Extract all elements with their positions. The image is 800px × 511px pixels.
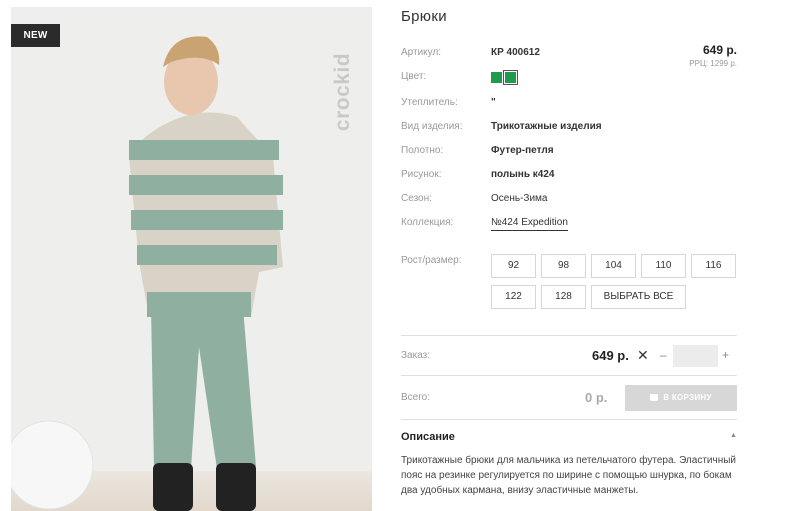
- order-label: Заказ:: [401, 350, 431, 361]
- add-to-cart-label: В КОРЗИНУ: [663, 393, 712, 402]
- brand-watermark-text: crockid: [331, 52, 354, 132]
- model-illustration: [11, 36, 283, 511]
- description-toggle[interactable]: Описание: [401, 431, 455, 443]
- brand-watermark: crockid: [329, 27, 357, 157]
- order-price: 649 р.: [592, 348, 629, 363]
- product-title: Брюки: [401, 8, 447, 25]
- attr-article-label: Артикул:: [401, 47, 442, 58]
- multiply-icon: ✕: [637, 347, 649, 363]
- attr-fabric-value: Футер-петля: [491, 145, 554, 156]
- attr-pattern-label: Рисунок:: [401, 169, 442, 180]
- attr-season-label: Сезон:: [401, 193, 432, 204]
- add-to-cart-button[interactable]: В КОРЗИНУ: [625, 385, 737, 411]
- qty-decrease-button[interactable]: –: [660, 348, 667, 362]
- attr-collection-label: Коллекция:: [401, 217, 454, 228]
- product-price: 649 р.: [702, 43, 737, 57]
- attr-fabric-label: Полотно:: [401, 145, 444, 156]
- qty-increase-button[interactable]: +: [722, 348, 729, 362]
- size-button[interactable]: 104: [591, 254, 636, 278]
- product-photo[interactable]: NEW crockid: [11, 7, 372, 511]
- rrc-price: РРЦ: 1299 р.: [689, 59, 737, 68]
- attr-insulation-value: ": [491, 97, 496, 108]
- description-text: Трикотажные брюки для мальчика из петель…: [401, 455, 736, 496]
- size-button[interactable]: 98: [541, 254, 586, 278]
- divider: [401, 335, 737, 336]
- divider: [401, 375, 737, 376]
- size-button[interactable]: 110: [641, 254, 686, 278]
- attr-article-value: КР 400612: [491, 47, 540, 58]
- new-badge: NEW: [11, 24, 60, 47]
- quantity-input[interactable]: [673, 345, 718, 367]
- size-button[interactable]: 116: [691, 254, 736, 278]
- sizes-label: Рост/размер:: [401, 255, 462, 266]
- size-button[interactable]: 92: [491, 254, 536, 278]
- total-label: Всего:: [401, 392, 430, 403]
- size-button[interactable]: 122: [491, 285, 536, 309]
- cart-icon: [650, 394, 659, 401]
- divider: [401, 419, 737, 420]
- attr-season-value: Осень-Зима: [491, 193, 548, 204]
- total-value: 0 р.: [585, 390, 608, 405]
- attr-color-label: Цвет:: [401, 71, 427, 82]
- attr-kind-label: Вид изделия:: [401, 121, 463, 132]
- size-button[interactable]: 128: [541, 285, 586, 309]
- attr-pattern-value: полынь к424: [491, 169, 555, 180]
- attr-insulation-label: Утеплитель:: [401, 97, 458, 108]
- chevron-up-icon[interactable]: ▲: [730, 432, 737, 439]
- color-swatch-selected[interactable]: [503, 70, 518, 85]
- attr-kind-value: Трикотажные изделия: [491, 121, 602, 132]
- color-swatch[interactable]: [491, 72, 502, 83]
- collection-link[interactable]: №424 Expedition: [491, 217, 568, 231]
- select-all-sizes-button[interactable]: ВЫБРАТЬ ВСЕ: [591, 285, 686, 309]
